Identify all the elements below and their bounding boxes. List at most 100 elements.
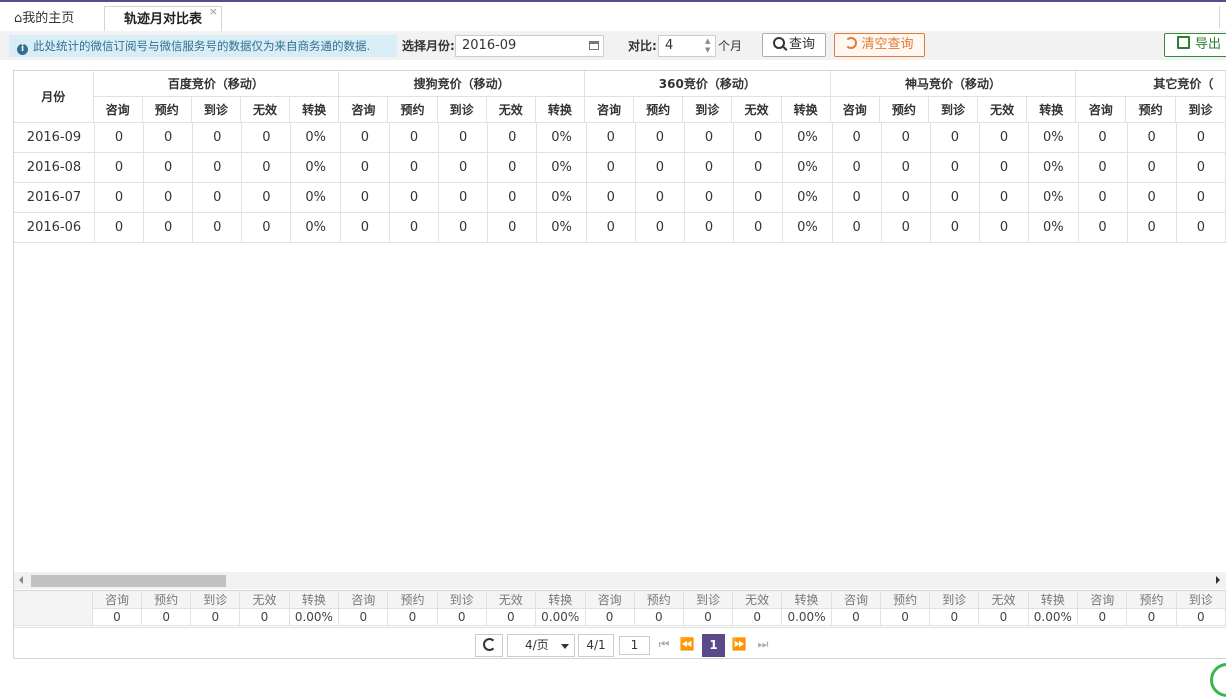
tab-home[interactable]: ⌂我的主页: [14, 6, 74, 31]
footer-label: 咨询: [585, 590, 635, 609]
tab-scroll-edge: [1219, 6, 1226, 28]
subcol-header: 转换: [1026, 96, 1077, 123]
page-size-select[interactable]: 4/页: [507, 634, 575, 657]
table-cell: 0: [881, 212, 931, 243]
table-cell: 0: [733, 123, 784, 153]
query-button-label: 查询: [788, 37, 815, 52]
info-icon: i: [17, 44, 28, 55]
table-cell: 0: [487, 123, 538, 153]
footer-total: 0: [1077, 608, 1128, 626]
footer-total: 0: [141, 608, 192, 626]
table-cell: 0: [1078, 123, 1128, 153]
horizontal-scrollbar[interactable]: [14, 572, 1226, 589]
table-cell: 0: [586, 123, 636, 153]
table-row[interactable]: 2016-06 0 0 0 0 0% 0 0 0 0 0% 0 0 0 0 0% 0 0 0 0 0% 0 0 0: [14, 212, 1226, 243]
footer-label: 到诊: [437, 590, 487, 609]
last-page-icon[interactable]: ⏭: [753, 634, 773, 657]
group-header-other: 其它竞价（: [1075, 71, 1226, 97]
search-icon: [772, 37, 785, 49]
export-button[interactable]: 导出: [1164, 33, 1226, 57]
calendar-icon[interactable]: [589, 41, 599, 50]
footer-total: 0: [634, 608, 684, 626]
table-cell: 0: [438, 212, 489, 243]
table-cell: 0: [1176, 123, 1226, 153]
footer-label: 咨询: [92, 590, 143, 609]
table-cell: 0: [192, 212, 243, 243]
footer-total: 0: [732, 608, 783, 626]
tab-close-icon[interactable]: ×: [209, 0, 218, 24]
subcol-header: 预约: [142, 96, 192, 123]
table-cell: 0: [389, 212, 440, 243]
table-row[interactable]: 2016-09 0 0 0 0 0% 0 0 0 0 0% 0 0 0 0 0% 0 0 0 0 0% 0 0 0: [14, 123, 1226, 153]
table-cell: 0: [1176, 152, 1226, 183]
page-info: 4/1: [578, 634, 614, 657]
compare-unit: 个月: [718, 39, 743, 53]
table-cell: 0%: [536, 152, 587, 183]
table-cell: 0%: [1028, 152, 1079, 183]
footer-total: 0: [978, 608, 1029, 626]
query-button[interactable]: 查询: [762, 33, 826, 57]
table-cell: 0: [143, 152, 194, 183]
footer-total: 0: [1126, 608, 1177, 626]
table-cell: 0: [438, 182, 489, 213]
table-cell: 0: [94, 123, 145, 153]
refresh-icon: [482, 638, 496, 651]
table-cell: 0: [94, 212, 145, 243]
footer-total: 0: [1176, 608, 1226, 626]
table-cell: 0: [586, 212, 636, 243]
scrollbar-thumb[interactable]: [31, 575, 226, 587]
table-cell: 0%: [536, 123, 587, 153]
tab-monthly-comparison[interactable]: 轨迹月对比表 ×: [104, 5, 222, 33]
page-number-current[interactable]: 1: [702, 634, 725, 657]
footer-label: 到诊: [190, 590, 241, 609]
tab-active-label: 轨迹月对比表: [123, 12, 202, 27]
table-row[interactable]: 2016-08 0 0 0 0 0% 0 0 0 0 0% 0 0 0 0 0% 0 0 0 0 0% 0 0 0: [14, 152, 1226, 183]
table-cell: 0: [94, 152, 145, 183]
subcol-header: 转换: [781, 96, 831, 123]
scroll-right-icon[interactable]: [1216, 576, 1220, 584]
subcol-header: 到诊: [928, 96, 979, 123]
page-jump-input[interactable]: 1: [619, 636, 650, 655]
floating-assistant-icon[interactable]: [1210, 663, 1226, 697]
table-cell: 0: [979, 212, 1030, 243]
table-cell: 0: [684, 182, 735, 213]
table-cell: 0: [979, 182, 1030, 213]
compare-months-stepper[interactable]: 4 ▲ ▼: [658, 35, 716, 57]
table-cell: 0: [1078, 152, 1128, 183]
footer-total: 0.00%: [289, 608, 340, 626]
footer-label: 转换: [1028, 590, 1079, 609]
footer-total: 0: [92, 608, 143, 626]
footer-label: 无效: [978, 590, 1029, 609]
table-cell: 0: [192, 123, 243, 153]
table-row[interactable]: 2016-07 0 0 0 0 0% 0 0 0 0 0% 0 0 0 0 0% 0 0 0 0 0% 0 0 0: [14, 182, 1226, 213]
compare-label: 对比:: [628, 39, 657, 53]
table-cell: 0%: [290, 182, 341, 213]
row-month: 2016-06: [14, 212, 95, 243]
footer-label: 到诊: [929, 590, 980, 609]
subcol-header: 无效: [731, 96, 782, 123]
footer-label: 到诊: [1176, 590, 1226, 609]
tab-home-label: 我的主页: [22, 11, 75, 26]
clear-query-button[interactable]: 清空查询: [834, 33, 925, 57]
query-toolbar: i 此处统计的微信订阅号与微信服务号的数据仅为来自商务通的数据. 选择月份: 20…: [0, 31, 1226, 60]
table-cell: 0: [241, 212, 292, 243]
stepper-arrows-icon[interactable]: ▲ ▼: [705, 37, 713, 55]
footer-label: 预约: [880, 590, 931, 609]
refresh-button[interactable]: [475, 634, 503, 657]
table-cell: 0: [1176, 182, 1226, 213]
subcol-header: 到诊: [1175, 96, 1226, 123]
footer-label: 预约: [387, 590, 438, 609]
footer-label: 预约: [634, 590, 684, 609]
scroll-left-icon[interactable]: [19, 576, 23, 584]
table-cell: 0: [1127, 152, 1177, 183]
month-column-header[interactable]: 月份: [14, 71, 94, 123]
table-cell: 0: [881, 123, 931, 153]
table-cell: 0: [832, 212, 882, 243]
group-header-sogou: 搜狗竞价（移动）: [338, 71, 585, 97]
month-picker-input[interactable]: 2016-09: [455, 35, 604, 57]
first-page-icon[interactable]: ⏮: [654, 634, 674, 657]
next-page-icon[interactable]: ⏩: [729, 634, 749, 657]
footer-label: 咨询: [338, 590, 389, 609]
prev-page-icon[interactable]: ⏪: [677, 634, 697, 657]
table-cell: 0: [192, 152, 243, 183]
